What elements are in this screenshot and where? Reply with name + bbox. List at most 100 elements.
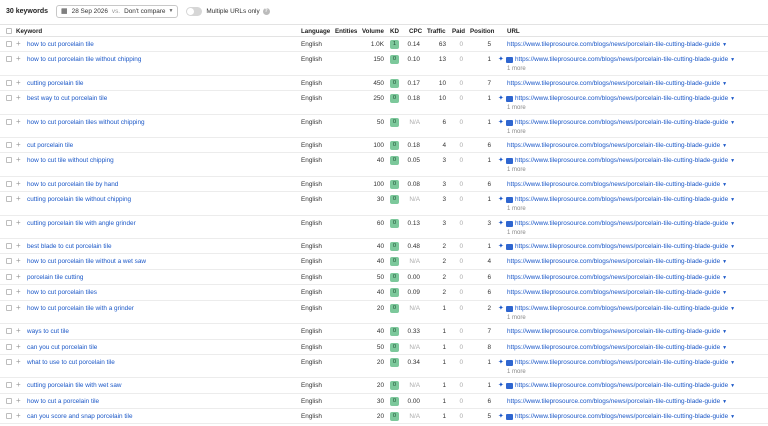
chevron-down-icon[interactable]: ▼ <box>722 42 727 48</box>
keyword-link[interactable]: porcelain tile cutting <box>27 274 83 281</box>
plus-icon[interactable]: + <box>16 242 21 250</box>
url-link[interactable]: https://www.tileprosource.com/blogs/news… <box>515 220 735 227</box>
row-checkbox[interactable] <box>6 344 12 350</box>
chevron-down-icon[interactable]: ▼ <box>730 360 735 366</box>
url-link[interactable]: https://www.tileprosource.com/blogs/news… <box>515 382 735 389</box>
row-checkbox[interactable] <box>6 398 12 404</box>
plus-icon[interactable]: + <box>16 343 21 351</box>
chevron-down-icon[interactable]: ▼ <box>722 182 727 188</box>
chevron-down-icon[interactable]: ▼ <box>722 275 727 281</box>
row-checkbox[interactable] <box>6 289 12 295</box>
col-position[interactable]: Position <box>470 28 494 35</box>
col-kd[interactable]: KD <box>390 28 399 35</box>
row-checkbox[interactable] <box>6 274 12 280</box>
keyword-link[interactable]: cutting porcelain tile with wet saw <box>27 382 121 389</box>
url-link[interactable]: https://www.tileprosource.com/blogs/news… <box>515 243 735 250</box>
keyword-link[interactable]: cutting porcelain tile <box>27 80 83 87</box>
date-picker[interactable]: ▦ 28 Sep 2026 vs. Don't compare ▼ <box>56 4 179 18</box>
plus-icon[interactable]: + <box>16 358 21 366</box>
chevron-down-icon[interactable]: ▼ <box>722 259 727 265</box>
plus-icon[interactable]: + <box>16 273 21 281</box>
chevron-down-icon[interactable]: ▼ <box>722 290 727 296</box>
row-checkbox[interactable] <box>6 80 12 86</box>
keyword-link[interactable]: can you cut porcelain tile <box>27 344 97 351</box>
chevron-down-icon[interactable]: ▼ <box>722 143 727 149</box>
url-link[interactable]: https://www.tileprosource.com/blogs/news… <box>507 258 727 265</box>
col-cpc[interactable]: CPC <box>409 28 422 35</box>
keyword-link[interactable]: how to cut porcelain tile by hand <box>27 181 118 188</box>
url-link[interactable]: https://www.tileprosource.com/blogs/news… <box>515 196 735 203</box>
plus-icon[interactable]: + <box>16 156 21 164</box>
plus-icon[interactable]: + <box>16 397 21 405</box>
col-traffic[interactable]: Traffic <box>427 28 446 35</box>
row-checkbox[interactable] <box>6 181 12 187</box>
chevron-down-icon[interactable]: ▼ <box>730 306 735 312</box>
keyword-link[interactable]: how to cut porcelain tile <box>27 41 94 48</box>
more-urls-link[interactable]: 1 more <box>507 167 526 173</box>
keyword-link[interactable]: how to cut porcelain tile with a grinder <box>27 305 134 312</box>
chevron-down-icon[interactable]: ▼ <box>730 221 735 227</box>
row-checkbox[interactable] <box>6 196 12 202</box>
plus-icon[interactable]: + <box>16 94 21 102</box>
plus-icon[interactable]: + <box>16 288 21 296</box>
keyword-link[interactable]: what to use to cut porcelain tile <box>27 359 115 366</box>
row-checkbox[interactable] <box>6 119 12 125</box>
chevron-down-icon[interactable]: ▼ <box>722 81 727 87</box>
more-urls-link[interactable]: 1 more <box>507 369 526 375</box>
help-icon[interactable]: ? <box>262 7 270 15</box>
chevron-down-icon[interactable]: ▼ <box>730 197 735 203</box>
row-checkbox[interactable] <box>6 258 12 264</box>
more-urls-link[interactable]: 1 more <box>507 129 526 135</box>
url-link[interactable]: https://www.tileprosource.com/blogs/news… <box>507 398 727 405</box>
more-urls-link[interactable]: 1 more <box>507 105 526 111</box>
keyword-link[interactable]: how to cut a porcelain tile <box>27 398 99 405</box>
row-checkbox[interactable] <box>6 328 12 334</box>
row-checkbox[interactable] <box>6 243 12 249</box>
plus-icon[interactable]: + <box>16 55 21 63</box>
plus-icon[interactable]: + <box>16 195 21 203</box>
chevron-down-icon[interactable]: ▼ <box>730 57 735 63</box>
url-link[interactable]: https://www.tileprosource.com/blogs/news… <box>515 157 735 164</box>
col-url[interactable]: URL <box>507 28 520 35</box>
row-checkbox[interactable] <box>6 41 12 47</box>
url-link[interactable]: https://www.tileprosource.com/blogs/news… <box>507 80 727 87</box>
col-language[interactable]: Language <box>301 28 330 35</box>
url-link[interactable]: https://www.tileprosource.com/blogs/news… <box>507 181 727 188</box>
keyword-link[interactable]: how to cut porcelain tiles <box>27 289 97 296</box>
keyword-link[interactable]: how to cut tile without chipping <box>27 157 114 164</box>
plus-icon[interactable]: + <box>16 118 21 126</box>
keyword-link[interactable]: best blade to cut porcelain tile <box>27 243 112 250</box>
more-urls-link[interactable]: 1 more <box>507 206 526 212</box>
chevron-down-icon[interactable]: ▼ <box>730 244 735 250</box>
plus-icon[interactable]: + <box>16 219 21 227</box>
url-link[interactable]: https://www.tileprosource.com/blogs/news… <box>515 95 735 102</box>
keyword-link[interactable]: how to cut porcelain tiles without chipp… <box>27 119 145 126</box>
row-checkbox[interactable] <box>6 305 12 311</box>
col-keyword[interactable]: Keyword <box>16 28 42 35</box>
plus-icon[interactable]: + <box>16 412 21 420</box>
plus-icon[interactable]: + <box>16 327 21 335</box>
row-checkbox[interactable] <box>6 157 12 163</box>
col-volume[interactable]: Volume <box>362 28 384 35</box>
plus-icon[interactable]: + <box>16 180 21 188</box>
row-checkbox[interactable] <box>6 382 12 388</box>
col-paid[interactable]: Paid <box>452 28 465 35</box>
url-link[interactable]: https://www.tileprosource.com/blogs/news… <box>507 344 727 351</box>
url-link[interactable]: https://www.tileprosource.com/blogs/news… <box>507 274 727 281</box>
url-link[interactable]: https://www.tileprosource.com/blogs/news… <box>515 119 735 126</box>
chevron-down-icon[interactable]: ▼ <box>730 120 735 126</box>
keyword-link[interactable]: cutting porcelain tile without chipping <box>27 196 131 203</box>
keyword-link[interactable]: can you score and snap porcelain tile <box>27 413 133 420</box>
keyword-link[interactable]: how to cut porcelain tile without chippi… <box>27 56 141 63</box>
chevron-down-icon[interactable]: ▼ <box>730 96 735 102</box>
chevron-down-icon[interactable]: ▼ <box>722 345 727 351</box>
keyword-link[interactable]: cut porcelain tile <box>27 142 73 149</box>
chevron-down-icon[interactable]: ▼ <box>730 414 735 420</box>
plus-icon[interactable]: + <box>16 141 21 149</box>
keyword-link[interactable]: best way to cut porcelain tile <box>27 95 107 102</box>
url-link[interactable]: https://www.tileprosource.com/blogs/news… <box>515 359 735 366</box>
multiple-urls-toggle[interactable] <box>186 6 203 16</box>
row-checkbox[interactable] <box>6 142 12 148</box>
keyword-link[interactable]: how to cut porcelain tile without a wet … <box>27 258 146 265</box>
url-link[interactable]: https://www.tileprosource.com/blogs/news… <box>507 328 727 335</box>
